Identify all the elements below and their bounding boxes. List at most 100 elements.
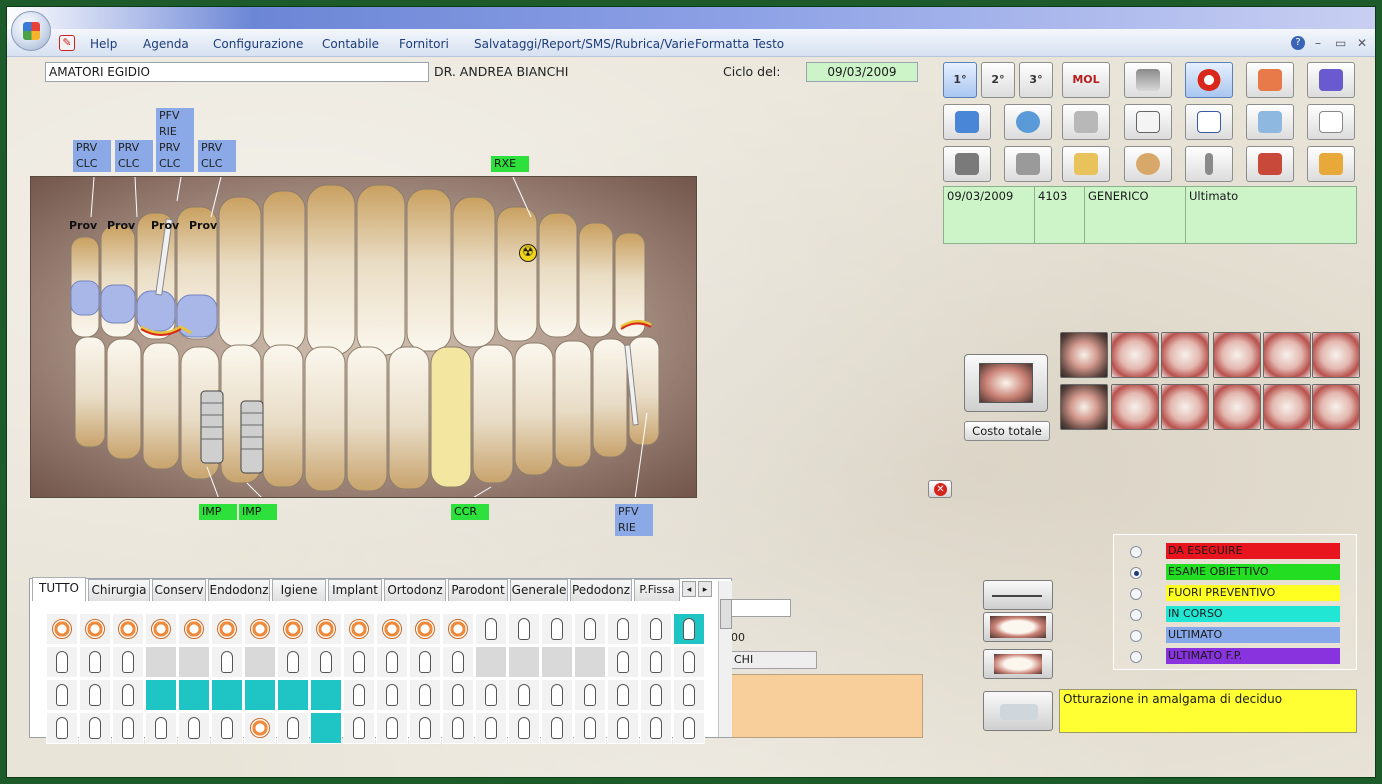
treatment-cell[interactable] <box>178 712 210 744</box>
tag-pfv[interactable]: PFV <box>615 504 653 520</box>
menu-salvataggi[interactable]: Salvataggi/Report/SMS/Rubrica/Varie <box>474 37 694 51</box>
treatment-cell[interactable] <box>79 679 111 711</box>
dental-chart-view[interactable]: Prov Prov Prov Prov ☢ <box>30 176 697 498</box>
tab-scroll-right-icon[interactable]: ▸ <box>698 581 712 597</box>
treatment-cell[interactable] <box>574 646 606 678</box>
lower-occlusal-left-view-button[interactable] <box>1111 384 1159 430</box>
upper-occlusal-right-view-button[interactable] <box>1161 332 1209 378</box>
treatment-cell[interactable] <box>178 613 210 645</box>
treatment-cell[interactable] <box>211 712 243 744</box>
treatment-cell[interactable] <box>145 679 177 711</box>
legend-ultimato[interactable]: ULTIMATO <box>1130 627 1350 643</box>
treatment-cell[interactable] <box>310 679 342 711</box>
treatment-cell[interactable] <box>211 679 243 711</box>
treatment-cell[interactable] <box>673 613 705 645</box>
menu-configurazione[interactable]: Configurazione <box>213 37 303 51</box>
mol-button[interactable]: MOL <box>1062 62 1110 98</box>
treatment-cell[interactable] <box>607 646 639 678</box>
tab-endodonz[interactable]: Endodonz <box>208 579 270 601</box>
close-window-icon[interactable]: ✕ <box>1357 36 1367 50</box>
treatment-cell[interactable] <box>541 679 573 711</box>
third-visit-button[interactable]: 3° <box>1019 62 1053 98</box>
treatment-cell[interactable] <box>343 646 375 678</box>
tag-rxe[interactable]: RXE <box>491 156 529 172</box>
probe-tool-button[interactable] <box>983 580 1053 610</box>
treatment-cell[interactable] <box>244 712 276 744</box>
panoramic-xray-button[interactable] <box>1124 146 1172 182</box>
tag-clc[interactable]: CLC <box>198 156 236 172</box>
tab-chirurgia[interactable]: Chirurgia <box>88 579 150 601</box>
tab-pfissa[interactable]: P.Fissa <box>634 579 680 601</box>
treatment-cell[interactable] <box>376 712 408 744</box>
radio-esame-obiettivo[interactable] <box>1130 567 1142 579</box>
treatment-cell[interactable] <box>442 613 474 645</box>
tag-clc[interactable]: CLC <box>156 156 194 172</box>
treatment-cell[interactable] <box>409 613 441 645</box>
help-icon[interactable]: ? <box>1291 36 1305 50</box>
treatment-cell[interactable] <box>46 712 78 744</box>
tag-imp[interactable]: IMP <box>199 504 237 520</box>
treatment-cell[interactable] <box>673 679 705 711</box>
tag-prv[interactable]: PRV <box>73 140 111 156</box>
treatment-cell[interactable] <box>112 646 144 678</box>
book-button[interactable] <box>1246 104 1294 140</box>
treatment-cell[interactable] <box>409 646 441 678</box>
tab-implant[interactable]: Implant <box>328 579 382 601</box>
radio-ultimato[interactable] <box>1130 630 1142 642</box>
handpiece-button[interactable] <box>943 146 991 182</box>
menu-agenda[interactable]: Agenda <box>143 37 189 51</box>
treatment-cell[interactable] <box>343 679 375 711</box>
grid-scrollbar[interactable] <box>718 581 732 737</box>
lower-occlusal-right-view-button[interactable] <box>1161 384 1209 430</box>
restore-icon[interactable]: ▭ <box>1335 36 1346 50</box>
tab-generale[interactable]: Generale <box>510 579 568 601</box>
visits-table[interactable]: 09/03/2009 4103 GENERICO Ultimato <box>943 186 1357 244</box>
full-mouth-view-button[interactable] <box>964 354 1048 412</box>
treatment-cell[interactable] <box>277 646 309 678</box>
radio-ultimato-fp[interactable] <box>1130 651 1142 663</box>
cycle-date-field[interactable]: 09/03/2009 <box>806 62 918 82</box>
monitor-button[interactable] <box>943 104 991 140</box>
treatment-cell[interactable] <box>475 613 507 645</box>
total-cost-button[interactable]: Costo totale <box>964 421 1050 441</box>
legend-in-corso[interactable]: IN CORSO <box>1130 606 1350 622</box>
treatment-cell[interactable] <box>508 679 540 711</box>
tag-clc[interactable]: CLC <box>115 156 153 172</box>
treatment-cell[interactable] <box>277 613 309 645</box>
legend-esame-obiettivo[interactable]: ESAME OBIETTIVO <box>1130 564 1350 580</box>
quick-access-icon[interactable]: ✎ <box>59 35 75 51</box>
tag-prv[interactable]: PRV <box>198 140 236 156</box>
first-visit-button[interactable]: 1° <box>943 62 977 98</box>
treatment-cell[interactable] <box>112 613 144 645</box>
upper-arch-view-button[interactable] <box>1263 332 1311 378</box>
treatment-cell[interactable] <box>178 679 210 711</box>
treatment-cell[interactable] <box>310 712 342 744</box>
treatment-cell[interactable] <box>46 646 78 678</box>
treatment-cell[interactable] <box>277 679 309 711</box>
treatment-cell[interactable] <box>640 613 672 645</box>
side-field-3[interactable]: CHI <box>731 651 817 669</box>
minimize-icon[interactable]: – <box>1315 36 1321 50</box>
treatment-cell[interactable] <box>541 712 573 744</box>
impression-tray-button[interactable] <box>1062 104 1110 140</box>
lower-arch-view-button[interactable] <box>1263 384 1311 430</box>
tab-tutto[interactable]: TUTTO <box>32 577 86 601</box>
treatment-cell[interactable] <box>409 712 441 744</box>
tag-imp[interactable]: IMP <box>239 504 277 520</box>
treatment-cell[interactable] <box>79 646 111 678</box>
treatment-cell[interactable] <box>640 712 672 744</box>
treatment-cell[interactable] <box>640 646 672 678</box>
upper-occlusal-left-view-button[interactable] <box>1111 332 1159 378</box>
lower-left-view-button[interactable] <box>1213 384 1261 430</box>
treatment-cell[interactable] <box>607 613 639 645</box>
treatment-cell[interactable] <box>574 712 606 744</box>
menu-fornitori[interactable]: Fornitori <box>399 37 449 51</box>
treatment-cell[interactable] <box>607 679 639 711</box>
treatment-cell[interactable] <box>244 613 276 645</box>
treatment-cell[interactable] <box>310 613 342 645</box>
treatment-cell[interactable] <box>475 679 507 711</box>
wizard-button[interactable] <box>1307 62 1355 98</box>
radio-da-eseguire[interactable] <box>1130 546 1142 558</box>
tag-ccr[interactable]: CCR <box>451 504 489 520</box>
tag-rie[interactable]: RIE <box>615 520 653 536</box>
